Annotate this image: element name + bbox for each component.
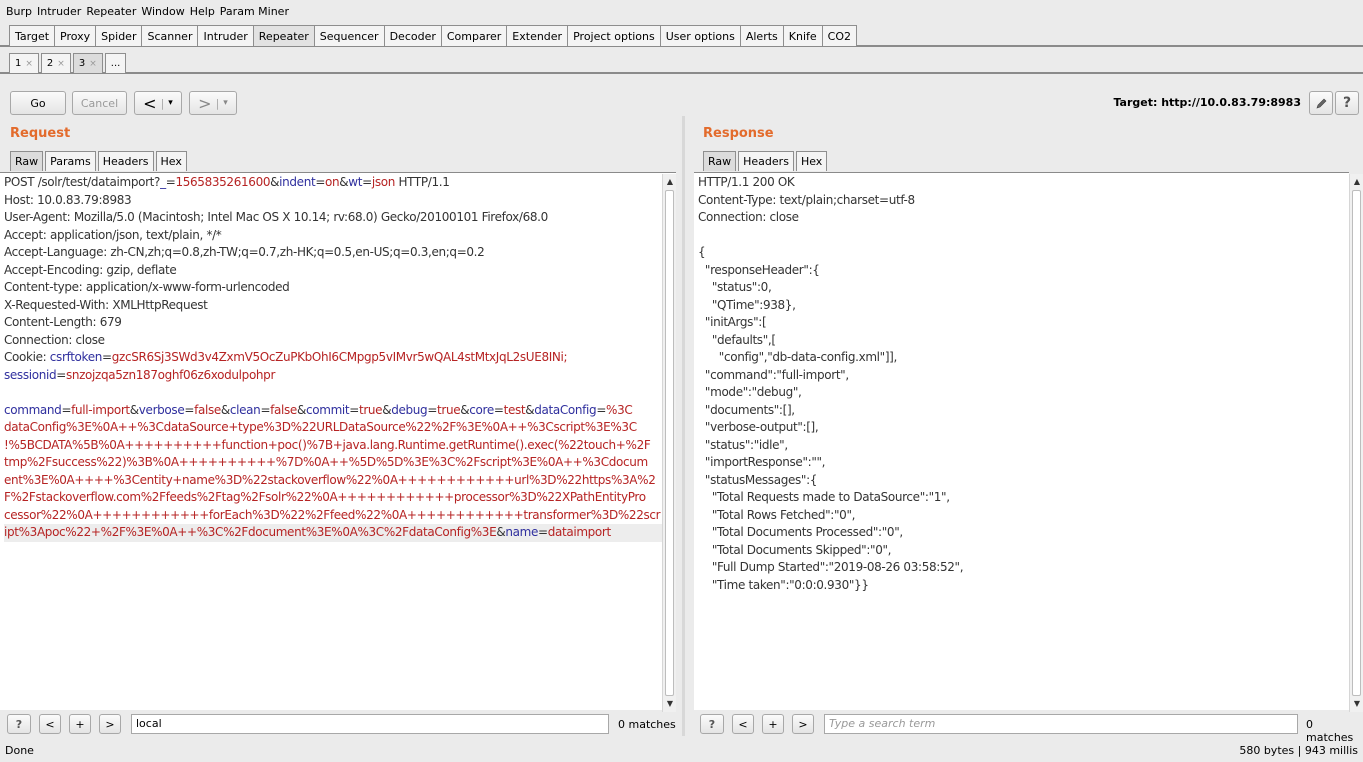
response-search-help-button[interactable]: ? bbox=[700, 714, 724, 734]
repeater-tab-bar: 1 × 2 × 3 × ... bbox=[0, 52, 1363, 74]
tab-user-options[interactable]: User options bbox=[659, 25, 741, 46]
help-button[interactable]: ? bbox=[1335, 91, 1359, 115]
tab-comparer[interactable]: Comparer bbox=[440, 25, 508, 46]
tab-project-options[interactable]: Project options bbox=[567, 25, 661, 46]
menu-repeater[interactable]: Repeater bbox=[86, 5, 136, 18]
cancel-button[interactable]: Cancel bbox=[72, 91, 127, 115]
menu-help[interactable]: Help bbox=[190, 5, 215, 18]
scroll-down-icon[interactable]: ▼ bbox=[1350, 698, 1363, 710]
response-search-input[interactable]: Type a search term bbox=[824, 714, 1298, 734]
request-search-add-button[interactable]: + bbox=[69, 714, 91, 734]
request-match-count: 0 matches bbox=[618, 718, 676, 731]
scroll-thumb[interactable] bbox=[1352, 190, 1361, 696]
tab-knife[interactable]: Knife bbox=[782, 25, 823, 46]
repeater-tab-3[interactable]: 3 × bbox=[72, 53, 103, 73]
response-tab-headers[interactable]: Headers bbox=[738, 151, 794, 171]
edit-target-button[interactable] bbox=[1309, 91, 1333, 115]
repeater-tab-2[interactable]: 2 × bbox=[40, 53, 71, 73]
request-view-tabs: Raw Params Headers Hex bbox=[10, 151, 189, 171]
request-search-prev-button[interactable]: < bbox=[39, 714, 61, 734]
separator: | bbox=[160, 96, 165, 110]
tab-proxy[interactable]: Proxy bbox=[54, 25, 97, 46]
response-editor[interactable]: HTTP/1.1 200 OK Content-Type: text/plain… bbox=[694, 172, 1349, 710]
response-tab-raw[interactable]: Raw bbox=[703, 151, 737, 171]
pane-divider[interactable] bbox=[682, 116, 685, 736]
repeater-tab-1[interactable]: 1 × bbox=[9, 53, 39, 73]
response-text: HTTP/1.1 200 OK Content-Type: text/plain… bbox=[698, 175, 964, 592]
tab-alerts[interactable]: Alerts bbox=[739, 25, 784, 46]
tab-target[interactable]: Target bbox=[9, 25, 56, 46]
request-tab-headers[interactable]: Headers bbox=[97, 151, 154, 171]
close-icon[interactable]: × bbox=[89, 59, 97, 69]
go-button[interactable]: Go bbox=[10, 91, 66, 115]
request-tab-raw[interactable]: Raw bbox=[10, 151, 44, 171]
forward-button[interactable]: > | ▾ bbox=[189, 91, 237, 115]
tab-repeater[interactable]: Repeater bbox=[252, 25, 315, 46]
menu-burp[interactable]: Burp bbox=[6, 5, 32, 18]
request-editor[interactable]: POST /solr/test/dataimport?_=15658352616… bbox=[0, 172, 676, 710]
target-label: Target: http://10.0.83.79:8983 bbox=[1113, 96, 1301, 109]
menu-param-miner[interactable]: Param Miner bbox=[220, 5, 289, 18]
response-search-add-button[interactable]: + bbox=[762, 714, 784, 734]
tab-co2[interactable]: CO2 bbox=[821, 25, 857, 46]
dropdown-icon[interactable]: ▾ bbox=[168, 98, 173, 108]
menu-window[interactable]: Window bbox=[141, 5, 184, 18]
close-icon[interactable]: × bbox=[25, 59, 33, 69]
response-search-prev-button[interactable]: < bbox=[732, 714, 754, 734]
scroll-thumb[interactable] bbox=[665, 190, 674, 696]
response-title: Response bbox=[703, 126, 774, 141]
tab-intruder[interactable]: Intruder bbox=[197, 25, 254, 46]
status-text: Done bbox=[5, 744, 34, 757]
close-icon[interactable]: × bbox=[57, 59, 65, 69]
tool-tab-bar: Target Proxy Spider Scanner Intruder Rep… bbox=[0, 23, 1363, 47]
menu-bar: Burp Intruder Repeater Window Help Param… bbox=[0, 0, 1363, 22]
tab-scanner[interactable]: Scanner bbox=[141, 25, 199, 46]
response-match-count: 0 matches bbox=[1306, 718, 1354, 744]
request-search-help-button[interactable]: ? bbox=[7, 714, 31, 734]
request-search-next-button[interactable]: > bbox=[99, 714, 121, 734]
request-title: Request bbox=[10, 126, 71, 141]
response-view-tabs: Raw Headers Hex bbox=[703, 151, 829, 171]
response-stats: 580 bytes | 943 millis bbox=[1239, 744, 1358, 757]
repeater-tab-new[interactable]: ... bbox=[104, 53, 127, 73]
response-tab-hex[interactable]: Hex bbox=[795, 151, 828, 171]
pencil-icon bbox=[1316, 98, 1326, 108]
request-scrollbar[interactable]: ▲ ▼ bbox=[662, 174, 676, 712]
request-tab-params[interactable]: Params bbox=[45, 151, 96, 171]
request-text: POST /solr/test/dataimport?_=15658352616… bbox=[0, 173, 676, 543]
request-search-input[interactable]: local bbox=[131, 714, 609, 734]
tab-spider[interactable]: Spider bbox=[95, 25, 143, 46]
chevron-right-icon: > bbox=[198, 93, 212, 113]
scroll-down-icon[interactable]: ▼ bbox=[663, 698, 677, 710]
scroll-up-icon[interactable]: ▲ bbox=[663, 176, 677, 188]
chevron-left-icon: < bbox=[143, 93, 157, 113]
separator: | bbox=[215, 96, 220, 110]
scroll-up-icon[interactable]: ▲ bbox=[1350, 176, 1363, 188]
request-tab-hex[interactable]: Hex bbox=[155, 151, 187, 171]
dropdown-icon[interactable]: ▾ bbox=[223, 98, 228, 108]
response-search-next-button[interactable]: > bbox=[792, 714, 814, 734]
menu-intruder[interactable]: Intruder bbox=[37, 5, 81, 18]
back-button[interactable]: < | ▾ bbox=[134, 91, 182, 115]
tab-extender[interactable]: Extender bbox=[506, 25, 569, 46]
tab-decoder[interactable]: Decoder bbox=[383, 25, 442, 46]
response-scrollbar[interactable]: ▲ ▼ bbox=[1349, 174, 1363, 712]
tab-sequencer[interactable]: Sequencer bbox=[313, 25, 385, 46]
